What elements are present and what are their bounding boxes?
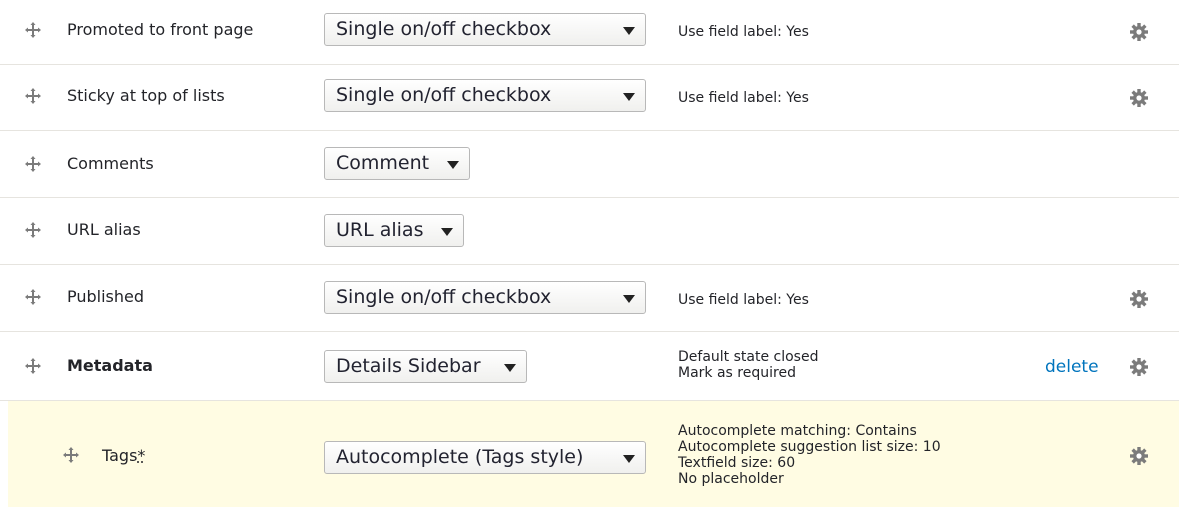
widget-select-value: Single on/off checkbox (336, 286, 552, 308)
gear-icon[interactable] (1129, 357, 1149, 377)
dropdown-arrow-icon (623, 27, 635, 35)
widget-select-value: Single on/off checkbox (336, 18, 552, 40)
widget-select[interactable]: URL alias (324, 214, 464, 247)
field-label-text: Tags (102, 446, 138, 465)
summary-line: Textfield size: 60 (678, 455, 796, 471)
field-label: Comments (67, 154, 154, 173)
widget-select[interactable]: Autocomplete (Tags style) (324, 441, 646, 474)
widget-summary: Use field label: Yes (678, 24, 809, 40)
drag-handle-icon[interactable] (63, 447, 79, 463)
summary-line: Use field label: Yes (678, 24, 809, 40)
table-row: Tags* Autocomplete (Tags style) Autocomp… (8, 401, 1179, 507)
widget-select-value: Single on/off checkbox (336, 84, 552, 106)
required-marker: * (137, 446, 146, 465)
field-label: Published (67, 287, 145, 306)
summary-line: Mark as required (678, 365, 796, 381)
widget-select[interactable]: Single on/off checkbox (324, 13, 646, 46)
table-row: Sticky at top of lists Single on/off che… (0, 65, 1179, 131)
table-row: Promoted to front page Single on/off che… (0, 0, 1179, 65)
dropdown-arrow-icon (441, 228, 453, 236)
widget-summary: Autocomplete matching: Contains Autocomp… (678, 423, 941, 487)
widget-select[interactable]: Details Sidebar (324, 350, 527, 383)
widget-select[interactable]: Comment (324, 147, 470, 180)
field-label: Promoted to front page (67, 20, 254, 39)
field-label: Sticky at top of lists (67, 86, 225, 105)
gear-icon[interactable] (1129, 88, 1149, 108)
widget-select[interactable]: Single on/off checkbox (324, 281, 646, 314)
widget-select-value: Comment (336, 152, 430, 174)
widget-summary: Use field label: Yes (678, 90, 809, 106)
dropdown-arrow-icon (447, 161, 459, 169)
table-row: Metadata Details Sidebar Default state c… (0, 332, 1179, 401)
table-row: URL alias URL alias (0, 198, 1179, 265)
drag-handle-icon[interactable] (25, 358, 41, 374)
dropdown-arrow-icon (504, 364, 516, 372)
drag-handle-icon[interactable] (25, 156, 41, 172)
widget-select-value: Details Sidebar (336, 355, 481, 377)
widget-summary: Use field label: Yes (678, 292, 809, 308)
field-label: Metadata (67, 356, 153, 375)
widget-summary: Default state closed Mark as required (678, 349, 818, 381)
dropdown-arrow-icon (623, 93, 635, 101)
field-label: Tags* (102, 446, 145, 465)
gear-icon[interactable] (1129, 22, 1149, 42)
gear-icon[interactable] (1129, 289, 1149, 309)
summary-line: Default state closed (678, 349, 819, 365)
drag-handle-icon[interactable] (25, 88, 41, 104)
delete-link[interactable]: delete (1045, 357, 1099, 377)
summary-line: Use field label: Yes (678, 90, 809, 106)
widget-select-value: Autocomplete (Tags style) (336, 446, 584, 468)
table-row: Published Single on/off checkbox Use fie… (0, 265, 1179, 332)
dropdown-arrow-icon (623, 455, 635, 463)
drag-handle-icon[interactable] (25, 289, 41, 305)
summary-line: Autocomplete matching: Contains (678, 423, 917, 439)
widget-select-value: URL alias (336, 219, 424, 241)
summary-line: No placeholder (678, 471, 784, 487)
gear-icon[interactable] (1129, 446, 1149, 466)
field-label: URL alias (67, 220, 141, 239)
summary-line: Autocomplete suggestion list size: 10 (678, 439, 941, 455)
widget-select[interactable]: Single on/off checkbox (324, 79, 646, 112)
drag-handle-icon[interactable] (25, 22, 41, 38)
drag-handle-icon[interactable] (25, 222, 41, 238)
field-widget-table: Promoted to front page Single on/off che… (0, 0, 1179, 507)
table-row: Comments Comment (0, 131, 1179, 198)
dropdown-arrow-icon (623, 295, 635, 303)
summary-line: Use field label: Yes (678, 292, 809, 308)
